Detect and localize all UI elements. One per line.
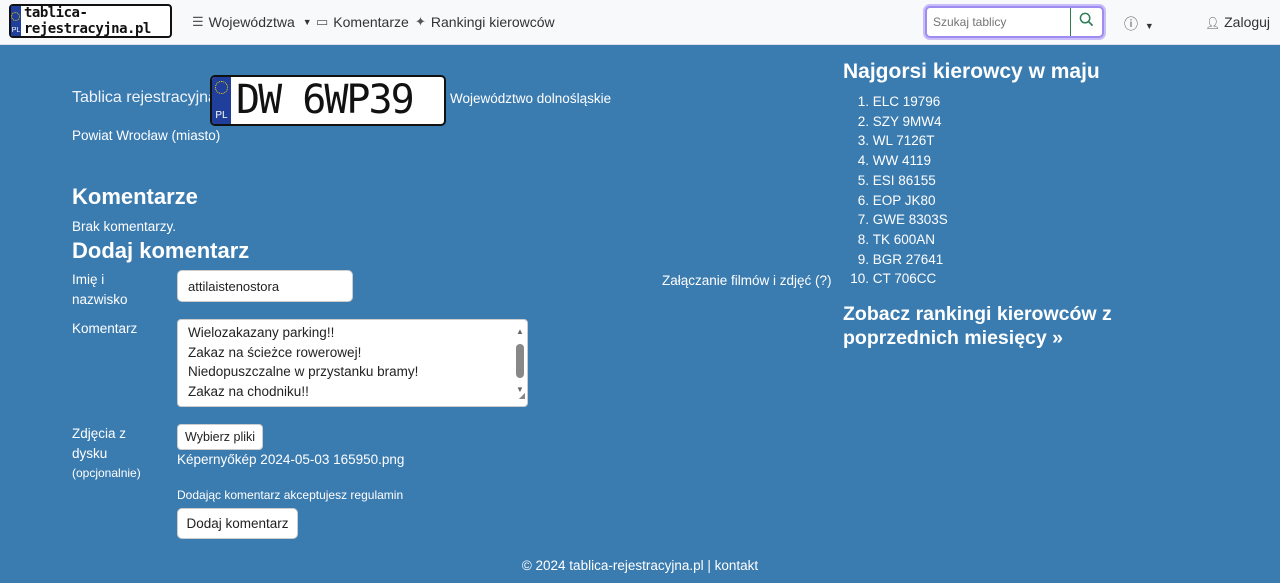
ranking-item[interactable]: 7. GWE 8303S — [848, 210, 948, 230]
ranking-item[interactable]: 1. ELC 19796 — [848, 92, 948, 112]
choose-files-button[interactable]: Wybierz pliki — [177, 424, 264, 450]
scroll-up-icon[interactable]: ▲ — [516, 322, 524, 342]
comment-line: Niedopuszczalne w przystanku bramy! — [188, 364, 419, 379]
ranking-plate[interactable]: ESI 86155 — [873, 171, 936, 191]
comments-heading: Komentarze — [72, 184, 198, 209]
ranking-item[interactable]: 9. BGR 27641 — [848, 250, 948, 270]
county-name: Powiat Wrocław (miasto) — [72, 128, 221, 143]
name-label-line2: nazwisko — [72, 292, 128, 307]
ranking-plate[interactable]: EOP JK80 — [873, 191, 936, 211]
sparkle-icon: ✦ — [415, 14, 426, 29]
search-button[interactable] — [1070, 8, 1102, 36]
footer-text: © 2024 tablica-rejestracyjna.pl | kontak… — [521, 558, 759, 573]
login-label: Zaloguj — [1224, 14, 1271, 30]
search-box — [925, 6, 1104, 38]
plate-number: DW 6WP39 — [236, 77, 415, 123]
ranking-plate[interactable]: SZY 9MW4 — [873, 112, 942, 132]
ranking-item[interactable]: 6. EOP JK80 — [848, 191, 948, 211]
login-link[interactable]: 👤︎ Zaloguj — [1205, 14, 1270, 30]
ranking-item[interactable]: 3. WL 7126T — [848, 131, 948, 151]
name-field[interactable] — [177, 270, 353, 302]
photos-label: Zdjęcia z dysku — [72, 424, 126, 464]
submit-comment-button[interactable]: Dodaj komentarz — [177, 508, 298, 539]
photos-label-line2: dysku — [72, 446, 108, 461]
ranking-title: Najgorsi kierowcy w maju — [843, 60, 1100, 83]
nav-voivodeships-label: Województwa — [208, 14, 295, 30]
photos-optional-label: (opcjonalnie) — [72, 466, 141, 480]
comment-textarea[interactable]: Wielozakazany parking!! Zakaz na ścieżce… — [177, 319, 528, 407]
ranking-plate[interactable]: WW 4119 — [873, 151, 931, 171]
caret-down-icon: ▼ — [1144, 21, 1154, 31]
nav-comments[interactable]: ▭ Komentarze — [316, 14, 409, 30]
nav-voivodeships[interactable]: ☰ Województwa ▼ — [192, 14, 312, 30]
eu-flag-icon: PL — [11, 6, 21, 36]
ranking-plate[interactable]: CT 706CC — [873, 269, 937, 289]
nav-comments-label: Komentarze — [333, 14, 409, 30]
ranking-plate[interactable]: TK 600AN — [873, 230, 935, 250]
ranking-plate[interactable]: ELC 19796 — [873, 92, 941, 112]
no-comments-text: Brak komentarzy. — [72, 219, 177, 234]
ranking-list: 1. ELC 19796 2. SZY 9MW4 3. WL 7126T 4. … — [848, 92, 948, 289]
ranking-item[interactable]: 5. ESI 86155 — [848, 171, 948, 191]
scrollbar-thumb[interactable] — [516, 344, 524, 378]
license-plate: PL DW 6WP39 — [210, 75, 446, 126]
comment-line: Zakaz na ścieżce rowerowej! — [188, 344, 362, 360]
ranking-plate[interactable]: GWE 8303S — [873, 210, 948, 230]
comment-label: Komentarz — [72, 321, 138, 336]
user-icon: 👤︎ — [1205, 16, 1221, 30]
ranking-plate[interactable]: BGR 27641 — [873, 250, 944, 270]
attach-media-link[interactable]: Załączanie filmów i zdjęć (?) — [662, 273, 832, 288]
previous-rankings-link[interactable]: Zobacz rankingi kierowców z poprzednich … — [843, 302, 1143, 350]
plate-country-code: PL — [215, 110, 228, 121]
comment-icon: ▭ — [316, 14, 329, 29]
plate-label: Tablica rejestracyjna — [72, 89, 217, 106]
caret-down-icon: ▼ — [302, 17, 312, 27]
brand-logo[interactable]: PL tablica-rejestracyjna.pl — [9, 4, 172, 38]
brand-text: tablica-rejestracyjna.pl — [23, 5, 151, 37]
list-icon: ☰ — [192, 14, 204, 29]
brand-country-code: PL — [11, 27, 21, 34]
photos-label-line1: Zdjęcia z — [72, 426, 127, 441]
ranking-item[interactable]: 10. CT 706CC — [848, 269, 948, 289]
search-input[interactable] — [927, 8, 1072, 36]
ranking-item[interactable]: 8. TK 600AN — [848, 230, 948, 250]
nav-rankings[interactable]: ✦ Rankingi kierowców — [415, 14, 555, 30]
comment-line: Zakaz na chodniku!! — [188, 383, 309, 399]
navbar: PL tablica-rejestracyjna.pl ☰ Województw… — [0, 0, 1280, 45]
search-icon — [1079, 12, 1094, 32]
nav-rankings-label: Rankingi kierowców — [430, 14, 555, 30]
add-comment-heading: Dodaj komentarz — [72, 238, 250, 263]
help-menu[interactable]: ⓘ ▼ — [1124, 14, 1154, 34]
resize-grip-icon[interactable]: ◢ — [519, 386, 525, 406]
voivodeship-name: Województwo dolnośląskie — [450, 91, 612, 106]
ranking-plate[interactable]: WL 7126T — [873, 131, 935, 151]
terms-text: Dodając komentarz akceptujesz regulamin — [177, 488, 404, 502]
chosen-file-name: Képernyőkép 2024-05-03 165950.png — [177, 452, 405, 467]
ranking-item[interactable]: 2. SZY 9MW4 — [848, 112, 948, 132]
eu-flag-icon: PL — [212, 77, 231, 124]
name-label: Imię i nazwisko — [72, 270, 128, 310]
name-label-line1: Imię i — [72, 272, 105, 287]
ranking-item[interactable]: 4. WW 4119 — [848, 151, 948, 171]
question-circle-icon: ⓘ — [1124, 16, 1138, 32]
comment-line: Wielozakazany parking!! — [188, 325, 335, 340]
